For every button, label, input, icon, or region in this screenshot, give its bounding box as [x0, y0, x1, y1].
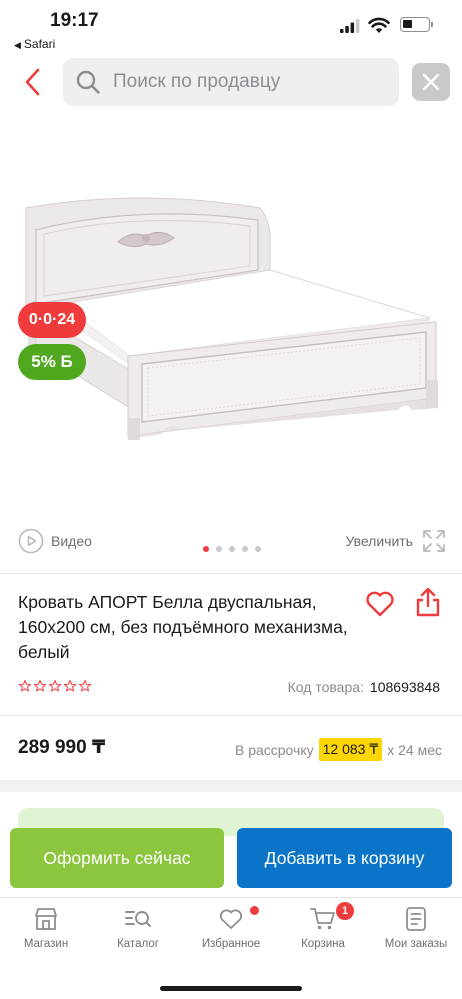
pagination-dot[interactable]: [216, 546, 222, 552]
star-icon: [63, 680, 77, 692]
back-to-app-link[interactable]: ◀ Safari: [14, 37, 55, 51]
pagination-dot[interactable]: [203, 546, 209, 552]
seller-search-input[interactable]: [113, 66, 383, 98]
star-icon: [18, 680, 32, 692]
add-to-cart-button[interactable]: Добавить в корзину: [237, 828, 452, 888]
chevron-left-icon: [25, 68, 40, 96]
search-icon: [76, 70, 100, 94]
back-app-label: Safari: [23, 37, 56, 51]
back-triangle-icon: ◀: [14, 40, 21, 50]
tab-shop[interactable]: Магазин: [0, 906, 92, 966]
pagination-dot[interactable]: [255, 546, 261, 552]
expand-icon: [423, 530, 445, 552]
close-icon: [422, 73, 440, 91]
star-icon: [48, 680, 62, 692]
installment-amount: 12 083 ₸: [318, 738, 383, 761]
tab-orders-label: Мои заказы: [384, 938, 448, 950]
video-label: Видео: [51, 533, 92, 549]
tab-catalog-label: Каталог: [117, 938, 159, 950]
installment-prefix: В рассрочку: [234, 741, 314, 758]
tab-favorites-label: Избранное: [201, 938, 261, 950]
seller-search-box[interactable]: [63, 58, 399, 106]
shop-icon: [35, 908, 57, 930]
heart-icon: [366, 591, 394, 617]
favorite-button[interactable]: [364, 588, 396, 620]
tab-cart-label: Корзина: [301, 938, 345, 950]
tab-cart[interactable]: 1 Корзина: [277, 902, 369, 966]
pagination-dot[interactable]: [229, 546, 235, 552]
wifi-icon: [368, 17, 390, 33]
star-icon: [33, 680, 47, 692]
section-separator: [0, 780, 462, 792]
pagination-dot[interactable]: [242, 546, 248, 552]
rating-stars[interactable]: [18, 679, 93, 693]
catalog-search-icon: [125, 911, 151, 927]
installment-suffix: х 24 мес: [387, 741, 442, 758]
tab-shop-label: Магазин: [23, 938, 69, 950]
cart-count-badge: 1: [336, 902, 354, 920]
share-button[interactable]: [414, 586, 442, 618]
heart-icon: [219, 909, 243, 929]
installment-badge: 0·0·24: [18, 302, 86, 338]
video-button[interactable]: Видео: [18, 528, 92, 554]
divider: [0, 715, 462, 716]
close-button[interactable]: [412, 63, 450, 101]
home-indicator: [160, 986, 302, 991]
bonus-badge: 5% Б: [18, 344, 86, 380]
tab-orders[interactable]: Мои заказы: [370, 906, 462, 966]
star-icon: [78, 680, 92, 692]
product-code: Код товара: 108693848: [288, 679, 440, 695]
battery-icon: [400, 17, 433, 32]
product-code-value: 108693848: [369, 679, 440, 695]
divider: [0, 573, 462, 574]
product-code-label: Код товара:: [287, 679, 364, 695]
share-icon: [416, 587, 440, 617]
installment-info[interactable]: В рассрочку 12 083 ₸ х 24 мес: [235, 738, 442, 761]
favorites-indicator: [250, 906, 259, 915]
cart-icon: [310, 908, 335, 930]
orders-icon: [406, 907, 426, 931]
status-bar: 19:17 ◀ Safari: [0, 0, 462, 54]
buy-now-button[interactable]: Оформить сейчас: [10, 828, 224, 888]
bottom-tab-bar: Магазин Каталог Избранное 1 Корзина Мои …: [0, 897, 462, 999]
tab-catalog[interactable]: Каталог: [92, 906, 184, 966]
zoom-button[interactable]: Увеличить: [345, 528, 446, 554]
product-price: 289 990 ₸: [18, 737, 106, 758]
back-button[interactable]: [18, 64, 50, 100]
product-page: 19:17 ◀ Safari Поиск по продавцу 0·0·24 …: [0, 0, 462, 999]
tab-favorites[interactable]: Избранное: [185, 906, 277, 966]
zoom-label: Увеличить: [345, 533, 413, 549]
image-pagination[interactable]: [203, 546, 268, 552]
status-time: 19:17: [50, 10, 99, 31]
product-title: Кровать АПОРТ Белла двуспальная, 160х200…: [18, 592, 348, 662]
play-icon: [18, 528, 44, 554]
cellular-signal-icon: [340, 19, 360, 33]
